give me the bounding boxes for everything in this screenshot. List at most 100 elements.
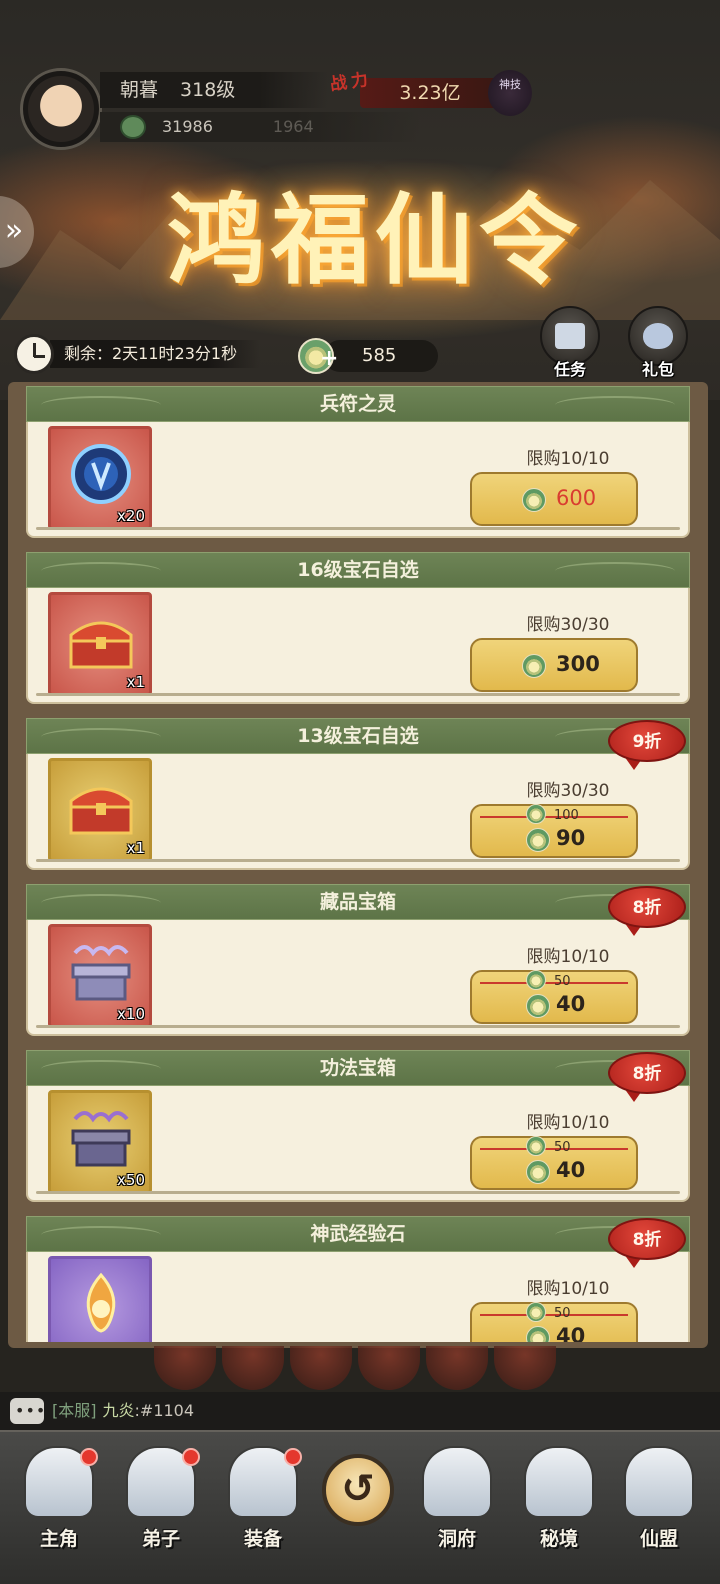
- nav-item-equipment[interactable]: 装备: [218, 1446, 308, 1570]
- shop-item-body: x50 限购10/10 50 40: [26, 1086, 690, 1202]
- purchase-limit: 限购30/30: [526, 615, 610, 635]
- item-icon-frame[interactable]: x20: [48, 426, 152, 530]
- buy-button[interactable]: 600: [470, 472, 638, 526]
- purchase-limit: 限购30/30: [526, 781, 610, 801]
- sect-icon: [624, 1446, 694, 1518]
- notification-dot: [284, 1448, 302, 1466]
- chat-sender: 九炎: [102, 1401, 135, 1420]
- skill-orb-icon: [154, 1346, 216, 1390]
- shop-item-title: 功法宝箱: [26, 1050, 690, 1086]
- original-price: 50: [554, 1306, 571, 1321]
- price: 40: [556, 1324, 586, 1342]
- nav-label: 弟子: [141, 1528, 180, 1550]
- shop-item: 神武经验石 限购10/10 50 40 8折: [20, 1214, 696, 1342]
- player-stat-faded: 1964: [272, 117, 314, 136]
- gift-pack-label: 礼包: [641, 360, 674, 379]
- nav-label: 装备: [243, 1528, 282, 1550]
- purchase-limit: 限购10/10: [526, 449, 610, 469]
- original-price: 50: [554, 1140, 571, 1155]
- coin-icon: [522, 654, 546, 678]
- shop-item-body: x1 限购30/30 300: [26, 588, 690, 704]
- shop-item-body: x20 限购10/10 600: [26, 422, 690, 538]
- nav-label: 洞府: [437, 1528, 476, 1550]
- item-quantity: x50: [117, 1171, 145, 1189]
- item-icon-frame[interactable]: x1: [48, 758, 152, 862]
- return-arrow-icon: ↺: [341, 1466, 375, 1512]
- shop-list[interactable]: 兵符之灵 x20 限购10/10 600 16级宝石自选 x1 限购30/30 …: [20, 382, 696, 1342]
- coin-icon: [526, 804, 546, 824]
- event-currency[interactable]: 585 +: [298, 338, 440, 374]
- shop-panel[interactable]: 兵符之灵 x20 限购10/10 600 16级宝石自选 x1 限购30/30 …: [8, 382, 708, 1348]
- buy-button[interactable]: 100 90: [470, 804, 638, 858]
- nav-item-secret-realm[interactable]: 秘境: [514, 1446, 604, 1570]
- nav-label: 仙盟: [639, 1528, 678, 1550]
- chat-message: :#1104: [134, 1401, 195, 1420]
- shop-item: 16级宝石自选 x1 限购30/30 300: [20, 550, 696, 708]
- coin-icon: [526, 994, 550, 1018]
- notification-dot: [80, 1448, 98, 1466]
- buy-button[interactable]: 50 40: [470, 970, 638, 1024]
- item-icon-frame[interactable]: x50: [48, 1090, 152, 1194]
- add-currency-icon[interactable]: +: [320, 348, 338, 370]
- shop-item-title: 藏品宝箱: [26, 884, 690, 920]
- item-icon-frame[interactable]: [48, 1256, 152, 1342]
- shop-item: 13级宝石自选 x1 限购30/30 100 90 9折: [20, 716, 696, 874]
- divine-skill-badge[interactable]: 神技: [488, 70, 532, 116]
- chat-bar[interactable]: [本服] 九炎:#1104: [0, 1392, 720, 1430]
- gift-pack-button[interactable]: 礼包: [626, 306, 690, 380]
- task-button[interactable]: 任务: [538, 306, 602, 380]
- chat-bubble-icon[interactable]: [10, 1392, 46, 1430]
- player-avatar[interactable]: [20, 68, 102, 150]
- avatar-portrait: [28, 76, 94, 142]
- item-icon-frame[interactable]: x1: [48, 592, 152, 696]
- treasure-chest-icon: [69, 787, 133, 835]
- price: 40: [556, 1158, 586, 1182]
- purchase-limit: 限购10/10: [526, 947, 610, 967]
- original-price: 100: [554, 808, 579, 823]
- bottom-nav: 主角 弟子 装备 ↺ 洞府 秘境 仙盟: [0, 1430, 720, 1584]
- player-stat-value: 31986: [162, 117, 213, 136]
- secret-realm-icon: [524, 1446, 594, 1518]
- buy-button[interactable]: 300: [470, 638, 638, 692]
- coin-icon: [526, 970, 546, 990]
- price: 40: [556, 992, 586, 1016]
- event-title: 鸿福仙令: [166, 183, 583, 298]
- collection-chest-icon: [71, 945, 131, 1001]
- item-icon-frame[interactable]: x10: [48, 924, 152, 1028]
- player-name-bar: 朝暮 318级: [100, 72, 328, 108]
- discount-badge: 8折: [608, 1218, 690, 1268]
- notification-dot: [182, 1448, 200, 1466]
- nav-item-disciple[interactable]: 弟子: [116, 1446, 206, 1570]
- buy-button[interactable]: 50 40: [470, 1302, 638, 1342]
- nav-item-cave[interactable]: 洞府: [412, 1446, 502, 1570]
- item-quantity: x20: [117, 507, 145, 525]
- cave-icon: [422, 1446, 492, 1518]
- discount-badge: 8折: [608, 1052, 690, 1102]
- discount-label: 9折: [608, 720, 686, 762]
- buy-button[interactable]: 50 40: [470, 1136, 638, 1190]
- stat-icon: [120, 115, 146, 139]
- shop-item: 兵符之灵 x20 限购10/10 600: [20, 384, 696, 542]
- discount-label: 8折: [608, 1052, 686, 1094]
- price: 600: [556, 486, 597, 510]
- player-level: 318级: [180, 79, 236, 101]
- discount-badge: 9折: [608, 720, 690, 770]
- item-quantity: x1: [126, 673, 145, 691]
- price: 90: [556, 826, 586, 850]
- skill-orb-icon: [222, 1346, 284, 1390]
- nav-label: 主角: [39, 1528, 78, 1550]
- shop-item-title: 16级宝石自选: [26, 552, 690, 588]
- nav-item-sect[interactable]: 仙盟: [614, 1446, 704, 1570]
- coin-icon: [526, 1326, 550, 1342]
- nav-item-hero[interactable]: 主角: [14, 1446, 104, 1570]
- coin-icon: [526, 1160, 550, 1184]
- shop-item-body: x10 限购10/10 50 40: [26, 920, 690, 1036]
- shop-item-body: 限购10/10 50 40: [26, 1252, 690, 1342]
- skill-orb-row: [150, 1346, 570, 1390]
- combat-power[interactable]: 3.23亿 战力 神技: [329, 69, 532, 116]
- shop-item-body: x1 限购30/30 100 90: [26, 754, 690, 870]
- discount-label: 8折: [608, 886, 686, 928]
- skill-chest-icon: [71, 1111, 131, 1167]
- skill-orb-icon: [494, 1346, 556, 1390]
- return-button[interactable]: ↺: [322, 1454, 394, 1526]
